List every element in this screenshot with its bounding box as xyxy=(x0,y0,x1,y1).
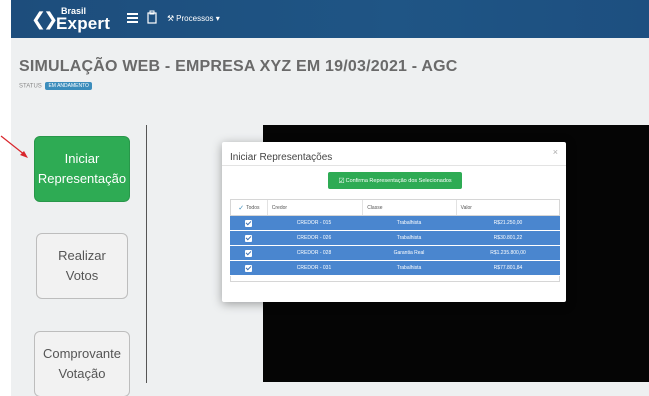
realizar-votos-button[interactable]: Realizar Votos xyxy=(36,233,128,299)
caret-down-icon: ▾ xyxy=(215,14,220,23)
cell-credor: CREDOR - 028 xyxy=(296,250,332,256)
header-classe[interactable]: Classe xyxy=(362,200,455,215)
iniciar-representacoes-modal: Iniciar Representações × ☑ Confirma Repr… xyxy=(222,142,566,302)
logo-text-big: Expert xyxy=(56,14,111,33)
cell-credor: CREDOR - 031 xyxy=(296,265,332,271)
iniciar-representacao-button[interactable]: Iniciar Representação xyxy=(34,136,130,202)
confirm-representation-button[interactable]: ☑ Confirma Representação dos Selecionado… xyxy=(328,172,462,189)
header-credor[interactable]: Credor xyxy=(266,200,362,215)
processes-menu-label: Processos xyxy=(176,14,214,23)
cell-credor: CREDOR - 015 xyxy=(296,220,332,226)
modal-header-divider xyxy=(222,165,566,166)
table-row[interactable]: CREDOR - 028 Garantia Real R$1.235.800,0… xyxy=(230,246,560,261)
cell-credor: CREDOR - 026 xyxy=(296,235,332,241)
status-badge: EM ANDAMENTO xyxy=(45,82,92,90)
home-icon[interactable] xyxy=(146,10,158,24)
table-row[interactable]: CREDOR - 015 Trabalhista R$21.250,00 xyxy=(230,216,560,231)
modal-title: Iniciar Representações xyxy=(230,152,333,163)
wrench-icon: ⚒ xyxy=(167,14,175,23)
cell-classe: Garantia Real xyxy=(393,250,425,256)
row-checkbox[interactable] xyxy=(244,219,252,227)
table-row[interactable]: CREDOR - 031 Trabalhista R$77.801,84 xyxy=(230,261,560,276)
header-valor[interactable]: Valor xyxy=(455,200,559,215)
cell-valor: R$77.801,84 xyxy=(493,265,523,271)
check-square-icon: ☑ xyxy=(338,177,345,185)
check-icon: ✓ xyxy=(238,204,245,212)
brand-logo[interactable]: ❮❯ Brasil Expert xyxy=(31,6,111,34)
comprovante-votacao-button[interactable]: Comprovante Votação xyxy=(34,331,130,396)
cell-classe: Trabalhista xyxy=(396,265,422,271)
select-all-toggle[interactable]: ✓ Todos xyxy=(231,200,267,215)
annotation-arrow-icon xyxy=(0,135,28,158)
hamburger-menu-icon[interactable] xyxy=(127,13,138,23)
cell-valor: R$1.235.800,00 xyxy=(490,250,526,256)
row-checkbox[interactable] xyxy=(244,264,252,272)
table-row[interactable]: CREDOR - 026 Trabalhista R$30.801,22 xyxy=(230,231,560,246)
status-row: STATUS EM ANDAMENTO xyxy=(19,82,92,90)
cell-valor: R$21.250,00 xyxy=(493,220,523,226)
status-label: STATUS xyxy=(19,83,42,90)
creditors-table: ✓ Todos Credor Classe Valor CREDOR - 015… xyxy=(230,199,560,282)
cell-classe: Trabalhista xyxy=(396,235,422,241)
page-title: SIMULAÇÃO WEB - EMPRESA XYZ EM 19/03/202… xyxy=(19,58,458,75)
sidebar-divider xyxy=(146,125,147,383)
confirm-button-label: Confirma Representação dos Selecionados xyxy=(345,177,452,184)
top-navbar: ❮❯ Brasil Expert ⚒ Processos ▾ xyxy=(11,0,649,38)
close-icon[interactable]: × xyxy=(553,147,558,157)
header-todos: Todos xyxy=(246,204,260,211)
cell-valor: R$30.801,22 xyxy=(493,235,523,241)
table-footer xyxy=(230,276,560,282)
row-checkbox[interactable] xyxy=(244,234,252,242)
table-header: ✓ Todos Credor Classe Valor xyxy=(230,199,560,216)
cell-classe: Trabalhista xyxy=(396,220,422,226)
row-checkbox[interactable] xyxy=(244,249,252,257)
processes-menu[interactable]: ⚒ Processos ▾ xyxy=(167,14,220,23)
logo-mark-icon: ❮❯ xyxy=(31,9,58,30)
